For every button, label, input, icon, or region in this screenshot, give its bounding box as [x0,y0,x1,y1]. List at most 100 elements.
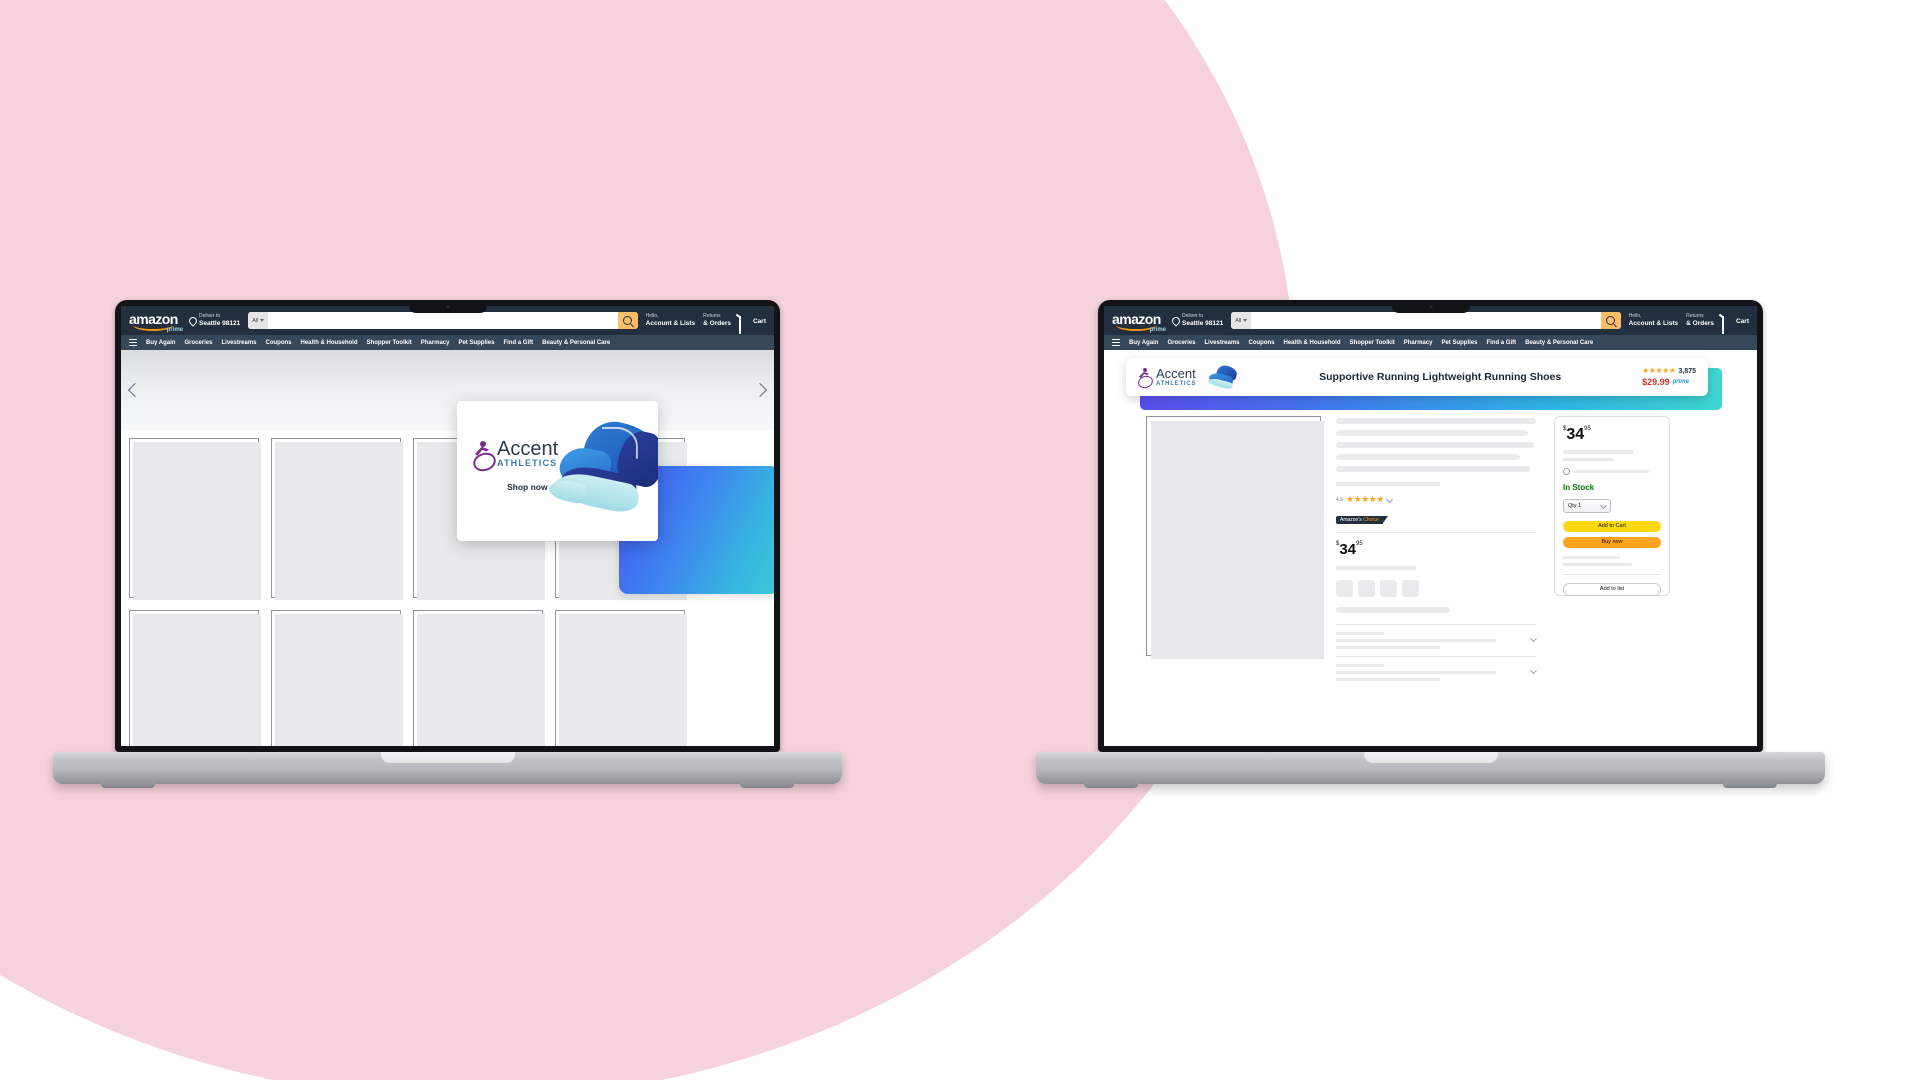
chevron-down-icon[interactable] [1529,666,1538,675]
buybox-line [1563,458,1614,461]
product-card[interactable] [129,610,261,746]
hero-carousel [121,350,774,430]
nav-item-find-a-gift[interactable]: Find a Gift [1486,340,1516,346]
detail-title-line [1336,418,1536,424]
detail-swatch[interactable] [1402,580,1419,597]
nav-item-coupons[interactable]: Coupons [1249,340,1275,346]
deliver-to[interactable]: Deliver to Seattle 98121 [1170,313,1224,327]
deliver-to-location: Seattle 98121 [1182,319,1224,327]
location-pin-icon [187,314,199,327]
product-card[interactable] [129,438,261,600]
detail-line [1336,632,1384,635]
nav-item-groceries[interactable]: Groceries [184,340,212,346]
search-category-select[interactable]: All [248,312,269,329]
search-category-label: All [252,317,259,324]
detail-divider [1336,624,1536,625]
nav-item-health-household[interactable]: Health & Household [1284,340,1341,346]
nav-item-health-household[interactable]: Health & Household [301,340,358,346]
detail-swatch[interactable] [1358,580,1375,597]
search-input[interactable] [268,312,618,329]
nav-item-shopper-toolkit[interactable]: Shopper Toolkit [367,340,412,346]
nav-item-livestreams[interactable]: Livestreams [1204,340,1239,346]
nav-item-pharmacy[interactable]: Pharmacy [421,340,450,346]
detail-accordion-row[interactable] [1336,632,1538,649]
detail-accordion-row[interactable] [1336,664,1538,681]
cart-button[interactable]: Cart [736,313,766,334]
amazon-logo[interactable]: amazon prime [129,312,183,333]
chevron-down-icon [1385,495,1393,504]
accent-athletics-logo: Accent ATHLETICS [1136,366,1196,391]
laptop-left-foot [740,782,794,788]
product-card[interactable] [271,438,403,600]
chevron-left-icon [127,382,143,398]
product-card[interactable] [413,610,545,746]
cart-button[interactable]: Cart [1719,313,1749,334]
detail-line [1336,678,1440,681]
detail-line [1336,566,1416,570]
nav-item-pet-supplies[interactable]: Pet Supplies [458,340,494,346]
nav-item-buy-again[interactable]: Buy Again [146,340,175,346]
nav-item-coupons[interactable]: Coupons [266,340,292,346]
accent-logo-mark-icon [470,440,499,474]
amazon-logo[interactable]: amazon prime [1112,312,1166,333]
product-image-placeholder[interactable] [1146,416,1324,659]
hamburger-icon[interactable] [1112,339,1120,347]
nav-item-find-a-gift[interactable]: Find a Gift [503,340,533,346]
search-category-select[interactable]: All [1231,312,1252,329]
search-category-label: All [1235,317,1242,324]
chevron-down-icon [1599,501,1608,509]
returns-orders-label: & Orders [1686,319,1714,327]
cart-icon-body [738,316,741,334]
buy-now-button[interactable]: Buy now [1563,537,1661,548]
detail-rating-row[interactable]: 4.5 ★★★★★ [1336,495,1536,504]
carousel-prev-button[interactable] [127,382,143,398]
sponsored-product-banner[interactable]: Accent ATHLETICS Supportive Running Ligh… [1126,358,1708,396]
nav-item-pet-supplies[interactable]: Pet Supplies [1441,340,1477,346]
add-to-cart-button[interactable]: Add to Cart [1563,521,1661,532]
globe-icon [1563,468,1570,475]
search-submit-button[interactable] [617,312,638,329]
search-bar[interactable]: All [248,312,638,329]
nav-item-beauty-personal-care[interactable]: Beauty & Personal Care [1525,340,1593,346]
product-card-placeholder [275,614,403,746]
search-bar[interactable]: All [1231,312,1621,329]
amazon-nav-right: Buy Again Groceries Livestreams Coupons … [1104,335,1757,350]
accent-athletics-ad[interactable]: Accent ATHLETICS Shop now › [457,401,658,541]
search-input[interactable] [1251,312,1601,329]
chevron-down-icon[interactable] [1529,634,1538,643]
nav-item-livestreams[interactable]: Livestreams [221,340,256,346]
rating-stars-icon: ★★★★★ [1642,366,1676,375]
nav-item-pharmacy[interactable]: Pharmacy [1404,340,1433,346]
cart-icon [736,313,750,334]
cart-icon-handle [736,313,741,318]
product-card-placeholder [417,614,545,746]
detail-swatch-row[interactable] [1336,580,1536,597]
account-menu[interactable]: Hello, Account & Lists [1629,313,1678,327]
product-card[interactable] [271,610,403,746]
nav-item-shopper-toolkit[interactable]: Shopper Toolkit [1350,340,1395,346]
amazons-choice-badge: Amazon's Choice [1336,516,1388,524]
nav-item-beauty-personal-care[interactable]: Beauty & Personal Care [542,340,610,346]
returns-orders[interactable]: Returns & Orders [703,313,731,327]
banner-brand-name: Accent [1156,366,1196,382]
cart-icon-handle [1719,313,1724,318]
detail-swatch[interactable] [1380,580,1397,597]
product-card-placeholder [559,614,687,746]
deliver-to[interactable]: Deliver to Seattle 98121 [187,313,240,327]
detail-swatch[interactable] [1336,580,1353,597]
nav-item-groceries[interactable]: Groceries [1167,340,1195,346]
laptop-left-base-notch [380,752,515,763]
product-card[interactable] [555,610,687,746]
nav-item-buy-again[interactable]: Buy Again [1129,340,1158,346]
amazons-choice-amazon: Amazon's [1340,517,1362,523]
returns-orders[interactable]: Returns & Orders [1686,313,1714,327]
add-to-list-button[interactable]: Add to list [1563,583,1661,596]
returns-orders-label: & Orders [703,319,731,327]
hamburger-icon[interactable] [129,339,137,347]
buybox-line [1563,450,1634,454]
quantity-select[interactable]: Qty 1 [1563,499,1611,513]
carousel-next-button[interactable] [752,382,768,398]
buy-box: $3495 In Stock Qty 1 Add to Cart Buy now [1554,416,1670,596]
account-menu[interactable]: Hello, Account & Lists [646,313,695,327]
search-submit-button[interactable] [1600,312,1621,329]
